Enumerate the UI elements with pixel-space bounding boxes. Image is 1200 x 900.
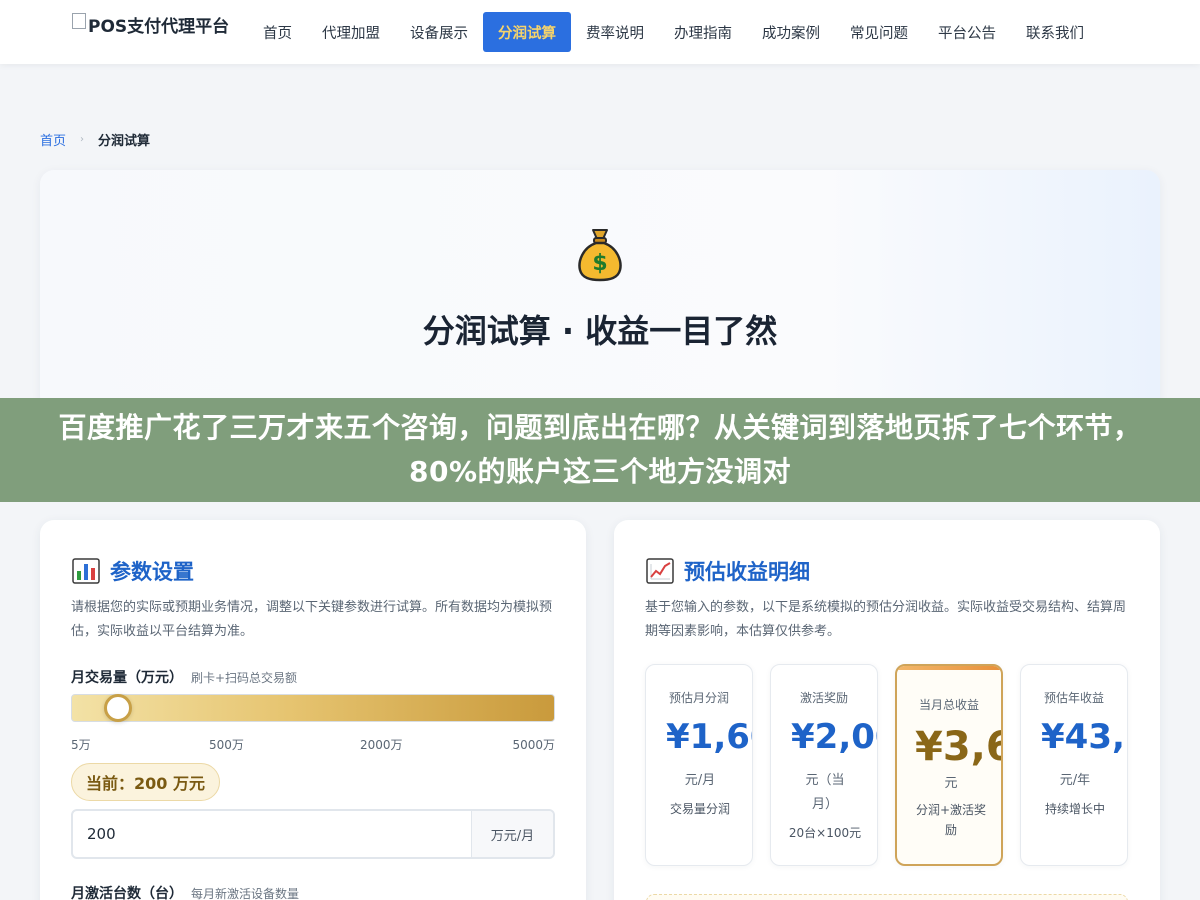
params-panel-description: 请根据您的实际或预期业务情况，调整以下关键参数进行试算。所有数据均为模拟预估，实… — [71, 600, 553, 639]
tick-label: 2000万 — [360, 738, 403, 752]
result-card-value: ¥2,000 — [791, 717, 877, 757]
hero-title: 分润试算 · 收益一目了然 — [422, 312, 778, 350]
monthly-volume-input[interactable] — [73, 811, 471, 857]
main-nav: 首页 代理加盟 设备展示 分润试算 费率说明 办理指南 成功案例 常见问题 平台… — [248, 12, 1099, 52]
results-summary-strip — [646, 894, 1128, 900]
tick-label: 500万 — [209, 738, 244, 752]
result-card-unit: 元/月 — [684, 773, 716, 788]
bar-chart-icon — [72, 558, 100, 584]
nav-item-faq[interactable]: 常见问题 — [835, 12, 923, 52]
nav-item-rates[interactable]: 费率说明 — [571, 12, 659, 52]
breadcrumb-current: 分润试算 — [98, 134, 151, 149]
result-card-note: 20台×100元 — [788, 826, 862, 840]
result-card-note: 持续增长中 — [1044, 802, 1105, 816]
results-panel-description: 基于您输入的参数，以下是系统模拟的预估分润收益。实际收益受交易结构、结算周期等因… — [645, 600, 1127, 639]
nav-item-announcements[interactable]: 平台公告 — [923, 12, 1011, 52]
results-panel-title: 预估收益明细 — [684, 560, 810, 584]
result-card-unit: 元（当月） — [805, 773, 845, 812]
nav-item-devices[interactable]: 设备展示 — [395, 12, 483, 52]
result-card-monthly-total: 当月总收益 ¥3,600 元 分润+激活奖励 — [895, 664, 1003, 866]
nav-item-cases[interactable]: 成功案例 — [747, 12, 835, 52]
tick-label: 5万 — [71, 738, 91, 752]
monthly-volume-hint: 刷卡+扫码总交易额 — [191, 671, 298, 685]
monthly-activations-label: 月激活台数（台） 每月新激活设备数量 — [71, 883, 299, 900]
monthly-volume-slider-thumb[interactable] — [104, 694, 132, 722]
broken-image-icon — [72, 12, 86, 29]
monthly-volume-slider-track[interactable] — [71, 694, 555, 722]
nav-item-home[interactable]: 首页 — [248, 12, 307, 52]
result-card-note: 分润+激活奖励 — [915, 803, 987, 837]
monthly-volume-input-group: 万元/月 — [71, 809, 555, 859]
breadcrumb-separator: › — [80, 134, 85, 145]
result-card-activation-bonus: 激活奖励 ¥2,000 元（当月） 20台×100元 — [770, 664, 878, 866]
logo-text: POS支付代理平台 — [88, 17, 230, 37]
nav-item-contact[interactable]: 联系我们 — [1011, 12, 1099, 52]
banner-text: 百度推广花了三万才来五个咨询，问题到底出在哪？从关键词到落地页拆了七个环节，80… — [58, 411, 1142, 488]
nav-item-profit-calc[interactable]: 分润试算 — [483, 12, 571, 52]
result-card-label: 预估月分润 — [668, 691, 729, 705]
monthly-volume-label: 月交易量（万元） 刷卡+扫码总交易额 — [71, 667, 297, 687]
params-panel-title: 参数设置 — [110, 560, 194, 584]
monthly-volume-ticks: 5万 500万 2000万 5000万 — [71, 736, 555, 752]
results-panel-header: 预估收益明细 — [646, 556, 810, 586]
site-logo[interactable]: POS支付代理平台 — [72, 12, 229, 37]
nav-item-guide[interactable]: 办理指南 — [659, 12, 747, 52]
monthly-volume-label-text: 月交易量（万元） — [71, 670, 183, 686]
breadcrumb: 首页 › 分润试算 — [40, 130, 150, 149]
result-card-unit: 元/年 — [1059, 773, 1091, 788]
params-panel-header: 参数设置 — [72, 556, 194, 586]
result-card-unit: 元 — [944, 776, 958, 791]
nav-item-agent-join[interactable]: 代理加盟 — [307, 12, 395, 52]
result-card-label: 预估年收益 — [1043, 691, 1104, 705]
tick-label: 5000万 — [512, 738, 555, 752]
result-card-label: 当月总收益 — [918, 698, 979, 712]
hero-card: $ — [40, 170, 1160, 410]
monthly-activations-label-text: 月激活台数（台） — [71, 886, 183, 900]
result-card-value: ¥43,200 — [1041, 717, 1127, 757]
result-card-label: 激活奖励 — [799, 691, 848, 705]
result-card-value: ¥1,600 — [666, 717, 752, 757]
money-bag-icon: $ — [578, 229, 622, 282]
params-panel: 参数设置 请根据您的实际或预期业务情况，调整以下关键参数进行试算。所有数据均为模… — [40, 520, 586, 900]
monthly-activations-hint: 每月新激活设备数量 — [191, 887, 300, 900]
breadcrumb-home-link[interactable]: 首页 — [40, 130, 66, 149]
result-card-annual-profit: 预估年收益 ¥43,200 元/年 持续增长中 — [1020, 664, 1128, 866]
result-card-value: ¥3,600 — [915, 724, 1001, 770]
results-panel: 预估收益明细 基于您输入的参数，以下是系统模拟的预估分润收益。实际收益受交易结构… — [614, 520, 1160, 900]
trend-chart-icon — [646, 558, 674, 584]
overlay-banner: 百度推广花了三万才来五个咨询，问题到底出在哪？从关键词到落地页拆了七个环节，80… — [0, 398, 1200, 502]
current-volume-badge: 当前：200 万元 — [71, 763, 220, 801]
site-header: POS支付代理平台 首页 代理加盟 设备展示 分润试算 费率说明 办理指南 成功… — [0, 0, 1200, 64]
result-card-note: 交易量分润 — [669, 802, 730, 816]
result-card-monthly-profit: 预估月分润 ¥1,600 元/月 交易量分润 — [645, 664, 753, 866]
monthly-volume-unit: 万元/月 — [471, 811, 553, 857]
svg-text:$: $ — [592, 251, 607, 276]
